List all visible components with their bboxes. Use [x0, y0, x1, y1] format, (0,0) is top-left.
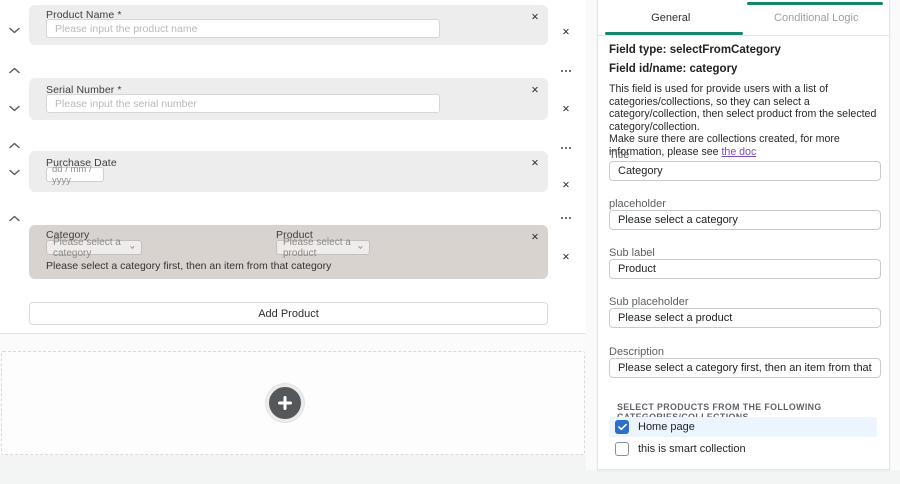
- move-up-icon[interactable]: [6, 64, 22, 76]
- placeholder-input[interactable]: [609, 210, 881, 230]
- close-icon[interactable]: ✕: [528, 83, 542, 97]
- date-placeholder: dd / mm / yyyy: [52, 164, 98, 186]
- product-name-input[interactable]: [46, 19, 440, 38]
- title-label: Title: [609, 149, 629, 161]
- doc-link[interactable]: the doc: [721, 146, 756, 158]
- move-up-icon[interactable]: [6, 212, 22, 224]
- close-icon[interactable]: ✕: [528, 10, 542, 24]
- plus-icon: [277, 395, 293, 411]
- description-input[interactable]: [609, 358, 881, 378]
- move-down-icon[interactable]: [6, 24, 22, 36]
- field-id-line: Field id/name: category: [609, 63, 737, 75]
- product-select[interactable]: Please select a product: [276, 240, 370, 255]
- title-input[interactable]: [609, 161, 881, 181]
- active-tab-underline: [605, 32, 743, 35]
- collection-row-smart-collection[interactable]: this is smart collection: [609, 439, 877, 459]
- checkbox-unchecked[interactable]: [615, 442, 629, 456]
- field-help-text: This field is used for provide users wit…: [609, 83, 883, 159]
- serial-number-input[interactable]: [46, 94, 440, 113]
- delete-field-icon[interactable]: ✕: [559, 250, 573, 264]
- field-settings-panel: General Conditional Logic Field type: se…: [597, 0, 890, 470]
- caret-down-icon: [130, 245, 135, 250]
- tab-conditional-logic[interactable]: Conditional Logic: [744, 0, 890, 35]
- date-input[interactable]: dd / mm / yyyy: [46, 167, 104, 182]
- sub-placeholder-input[interactable]: [609, 308, 881, 328]
- field-block-purchase-date: Purchase Date dd / mm / yyyy ✕: [29, 151, 548, 192]
- help-text-line1: This field is used for provide users wit…: [609, 83, 876, 133]
- sub-label-label: Sub label: [609, 247, 655, 259]
- collection-row-home-page[interactable]: Home page: [609, 417, 877, 437]
- move-up-icon[interactable]: [6, 139, 22, 151]
- delete-field-icon[interactable]: ✕: [559, 178, 573, 192]
- ellipsis-menu-icon[interactable]: [558, 212, 574, 224]
- tab-general-label: General: [651, 12, 690, 24]
- bottom-strip-left: [0, 455, 586, 484]
- category-select-placeholder: Please select a category: [53, 237, 125, 259]
- close-icon[interactable]: ✕: [528, 156, 542, 170]
- caret-down-icon: [358, 245, 363, 250]
- sub-placeholder-label: Sub placeholder: [609, 296, 689, 308]
- field-description: Please select a category first, then an …: [46, 260, 331, 272]
- field-block-serial-number: Serial Number * ✕: [29, 78, 548, 120]
- delete-field-icon[interactable]: ✕: [559, 25, 573, 39]
- placeholder-label: placeholder: [609, 198, 666, 210]
- move-down-icon[interactable]: [6, 166, 22, 178]
- field-block-category[interactable]: Category Please select a category Produc…: [29, 225, 548, 279]
- ellipsis-menu-icon[interactable]: [558, 65, 574, 77]
- ellipsis-menu-icon[interactable]: [558, 142, 574, 154]
- add-product-label: Add Product: [258, 308, 319, 320]
- collection-label: Home page: [638, 421, 695, 433]
- bottom-strip-right: [586, 470, 900, 484]
- check-icon: [618, 423, 627, 431]
- form-builder-page: Product Name * ✕ ✕ Serial Number * ✕ ✕ P…: [0, 0, 900, 484]
- add-product-button[interactable]: Add Product: [29, 302, 548, 325]
- field-type-line: Field type: selectFromCategory: [609, 44, 781, 56]
- product-select-placeholder: Please select a product: [283, 237, 353, 259]
- description-label: Description: [609, 346, 664, 358]
- delete-field-icon[interactable]: ✕: [559, 102, 573, 116]
- checkbox-checked[interactable]: [615, 420, 629, 434]
- collection-label: this is smart collection: [638, 443, 746, 455]
- tab-general[interactable]: General: [598, 0, 744, 35]
- settings-tabbar: General Conditional Logic: [598, 0, 889, 36]
- sub-label-input[interactable]: [609, 259, 881, 279]
- move-down-icon[interactable]: [6, 102, 22, 114]
- tab-conditional-logic-label: Conditional Logic: [774, 12, 858, 24]
- add-field-button[interactable]: [266, 384, 304, 422]
- field-block-product-name: Product Name * ✕: [29, 5, 548, 45]
- category-select[interactable]: Please select a category: [46, 240, 142, 255]
- close-icon[interactable]: ✕: [528, 230, 542, 244]
